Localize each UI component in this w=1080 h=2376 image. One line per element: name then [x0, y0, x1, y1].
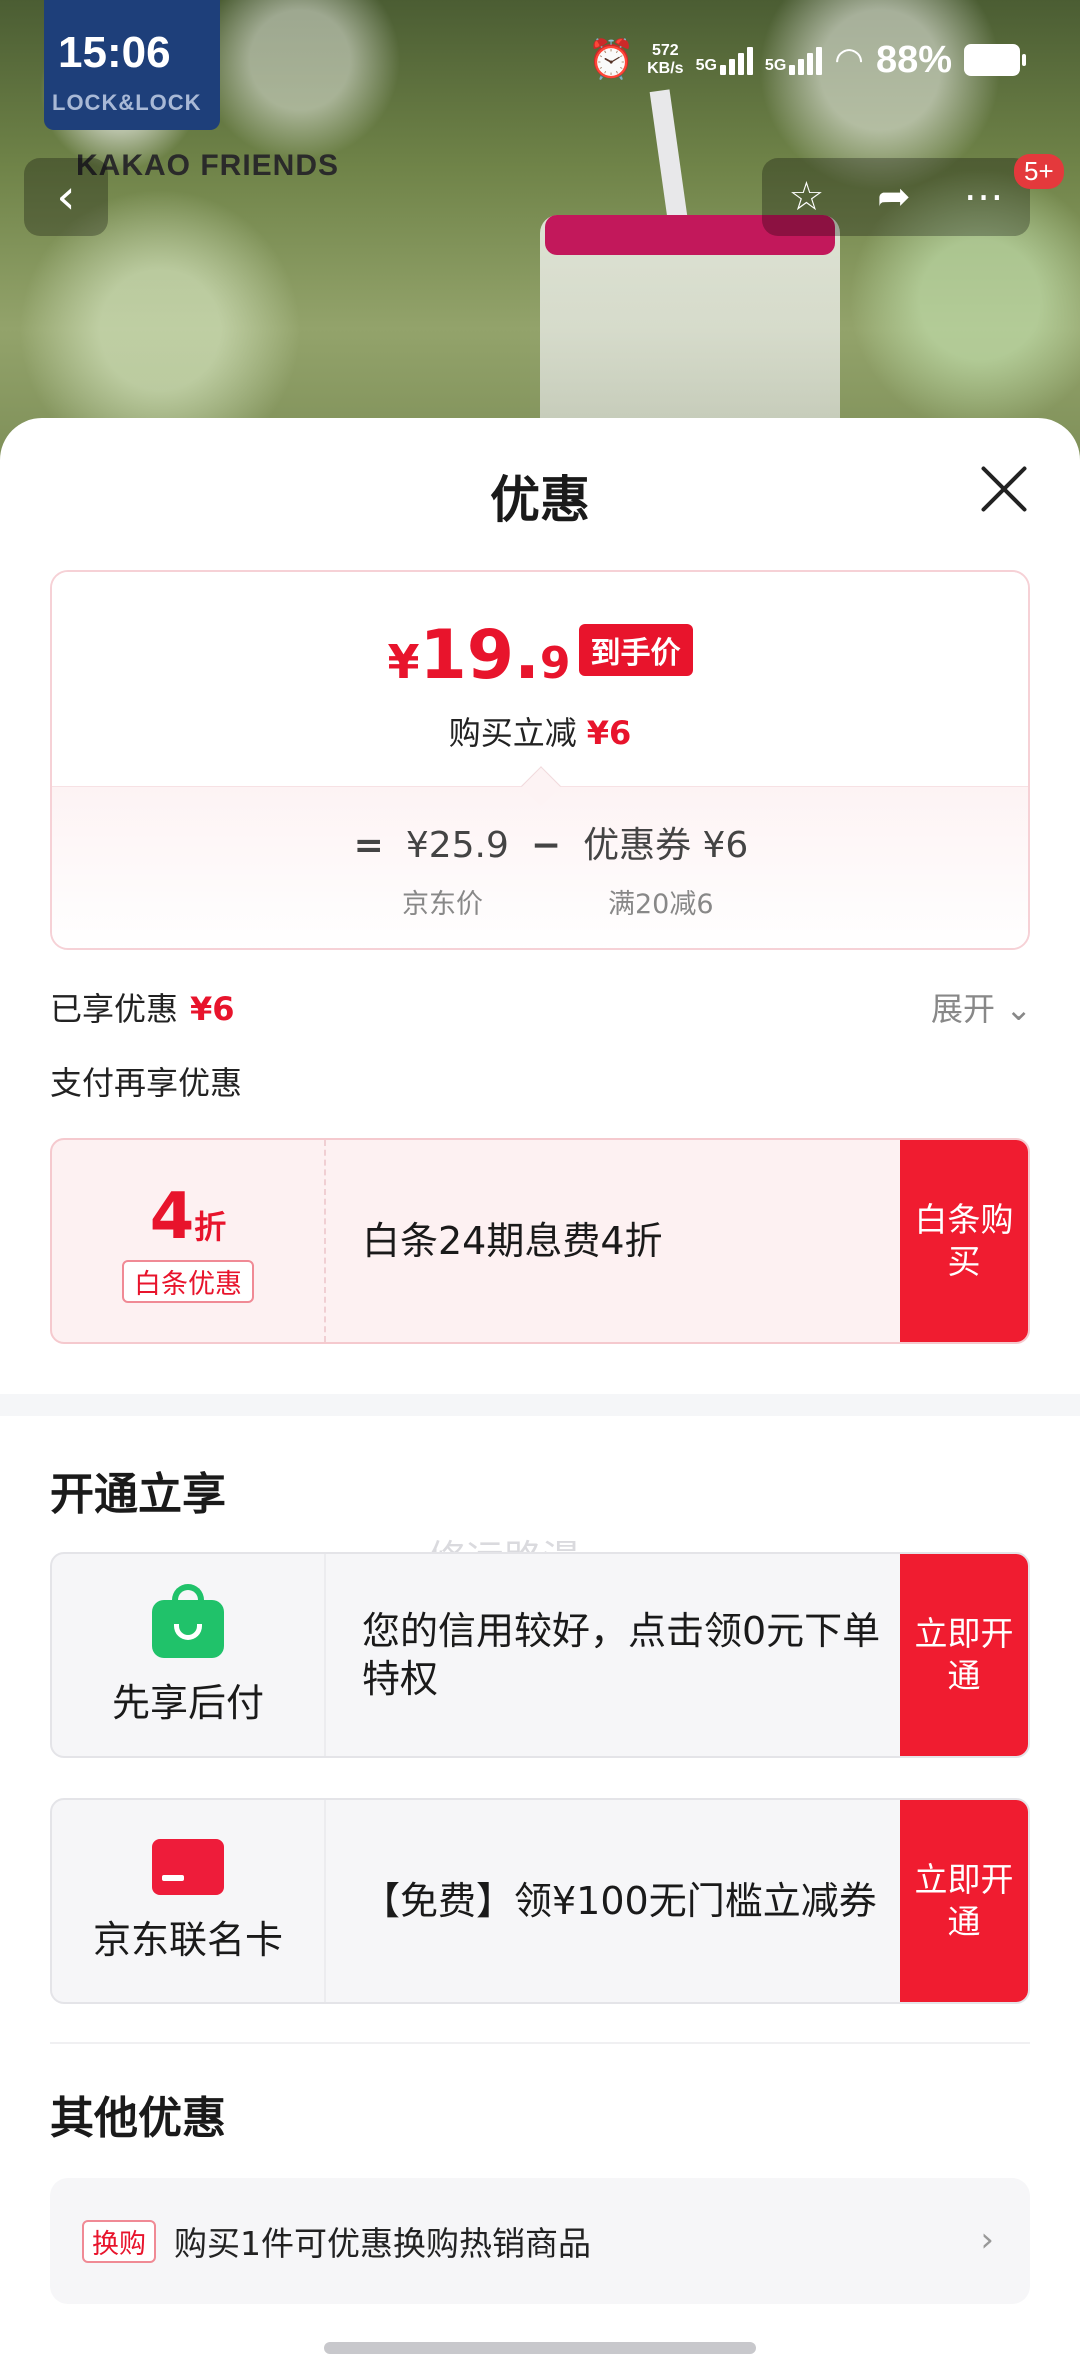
baitiao-tag: 白条优惠	[122, 1259, 254, 1303]
kakao-friends-logo: KAKAO FRIENDS	[76, 149, 340, 182]
final-price-line: ¥19.9 到手价	[52, 616, 1028, 695]
battery-icon	[964, 44, 1026, 76]
signal-1: 5G	[696, 45, 753, 75]
chevron-right-icon: ›	[980, 2220, 994, 2260]
jd-price: ¥25.9	[405, 825, 509, 866]
star-icon[interactable]: ☆	[788, 174, 824, 220]
enjoyed-value: ¥6	[190, 990, 235, 1028]
message-count-badge: 5+	[1014, 154, 1064, 189]
home-indicator[interactable]	[324, 2342, 756, 2354]
sheet-title: 优惠	[490, 471, 590, 529]
status-bar: 15:06 ⏰ 572 KB/s 5G 5G ◠ 88%	[0, 0, 1080, 120]
xianxiang-label: 先享后付	[111, 1680, 264, 1725]
xianxiang-icon-block: 先享后付	[52, 1554, 326, 1756]
signal-2: 5G	[764, 45, 823, 75]
discount-number: 4	[149, 1179, 195, 1254]
status-icons: ⏰ 572 KB/s 5G 5G ◠ 88%	[587, 30, 1026, 90]
baitiao-desc: 白条24期息费4折	[362, 1219, 663, 1263]
more-icon[interactable]: ⋯	[964, 174, 1004, 220]
open-section-title: 开通立享	[50, 1469, 226, 1520]
top-action-group: ☆ ➦ ⋯	[762, 158, 1030, 236]
xianxiang-card: 先享后付 您的信用较好，点击领0元下单特权 立即开通	[50, 1552, 1030, 1758]
reduce-label: 购买立减	[448, 714, 577, 752]
exchange-purchase-row[interactable]: 换购 购买1件可优惠换购热销商品 ›	[50, 2178, 1030, 2304]
baitiao-discount: 4折	[150, 1180, 227, 1254]
signal-1-label: 5G	[695, 57, 717, 74]
jd-card-label: 京东联名卡	[92, 1917, 283, 1962]
jd-card-desc: 【免费】领¥100无门槛立减券	[362, 1879, 877, 1923]
jd-price-caption: 京东价	[402, 889, 483, 920]
coupon-caption: 满20减6	[608, 889, 714, 920]
chevron-down-icon: ⌄	[1005, 990, 1032, 1028]
reduce-value: ¥6	[586, 714, 632, 752]
baitiao-coupon: 4折 白条优惠 白条24期息费4折 白条购买	[50, 1138, 1030, 1344]
expand-button[interactable]: 展开 ⌄	[931, 984, 1032, 1030]
baitiao-discount-block: 4折 白条优惠	[52, 1140, 326, 1342]
network-speed-value: 572	[652, 42, 679, 59]
jd-card-icon-block: 京东联名卡	[52, 1800, 326, 2002]
reduce-line: 购买立减 ¥6	[52, 708, 1028, 754]
minus-sign: −	[530, 825, 562, 866]
pay-more-label: 支付再享优惠	[50, 1064, 243, 1102]
jd-card-open-button[interactable]: 立即开通	[900, 1800, 1028, 2002]
expand-label: 展开	[931, 990, 996, 1028]
status-time: 15:06	[58, 28, 171, 77]
alarm-icon: ⏰	[587, 39, 636, 81]
battery-percent: 88%	[875, 38, 952, 81]
baitiao-buy-button[interactable]: 白条购买	[900, 1140, 1028, 1342]
enjoyed-label: 已享优惠	[50, 990, 179, 1028]
back-button[interactable]: ‹	[24, 158, 108, 236]
network-speed: 572 KB/s	[647, 42, 683, 78]
signal-2-label: 5G	[764, 57, 787, 74]
divider	[50, 2042, 1030, 2044]
credit-card-icon	[152, 1838, 224, 1895]
exchange-tag: 换购	[82, 2219, 156, 2263]
price-card-bottom	[52, 786, 1028, 948]
wifi-icon: ◠	[834, 41, 864, 79]
equals-sign: =	[353, 825, 384, 866]
shopping-bag-icon	[152, 1583, 224, 1658]
price-currency: ¥	[387, 635, 420, 689]
xianxiang-desc: 您的信用较好，点击领0元下单特权	[362, 1609, 881, 1701]
section-separator	[0, 1394, 1080, 1416]
share-icon[interactable]: ➦	[877, 174, 911, 220]
price-integer: 19.	[419, 616, 540, 695]
close-icon[interactable]	[976, 460, 1032, 516]
price-card: ¥19.9 到手价 购买立减 ¥6 = ¥25.9− 优惠券 ¥6 京东价 满20减6	[50, 570, 1030, 950]
final-price: ¥19.9	[387, 616, 570, 695]
xianxiang-open-button[interactable]: 立即开通	[900, 1554, 1028, 1756]
final-price-tag: 到手价	[578, 624, 693, 676]
discount-sheet: 优惠 ¥19.9 到手价 购买立减 ¥6 = ¥25.9− 优惠券 ¥6 京东价 满20…	[0, 418, 1080, 2376]
enjoyed-discount: 已享优惠 ¥6	[50, 984, 235, 1030]
price-decimal: 9	[539, 638, 571, 689]
price-formula: = ¥25.9− 优惠券 ¥6	[52, 816, 1028, 868]
signal-bars-icon	[789, 45, 823, 75]
jd-card: 京东联名卡 【免费】领¥100无门槛立减券 立即开通	[50, 1798, 1030, 2004]
exchange-text: 购买1件可优惠换购热销商品	[174, 2224, 591, 2263]
coupon-value: 优惠券 ¥6	[583, 825, 749, 866]
network-speed-unit: KB/s	[647, 60, 684, 77]
signal-bars-icon	[719, 45, 753, 75]
other-section-title: 其他优惠	[50, 2093, 226, 2144]
chevron-left-icon: ‹	[56, 169, 76, 225]
discount-unit: 折	[194, 1207, 227, 1246]
